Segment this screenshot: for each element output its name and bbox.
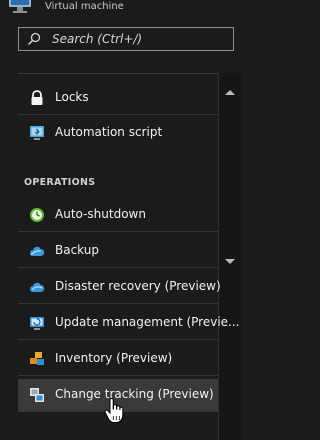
resource-type-label: Virtual machine xyxy=(45,1,124,12)
inventory-icon xyxy=(30,352,44,365)
cloud-backup-icon xyxy=(30,246,45,256)
lock-icon xyxy=(31,90,43,105)
cloud-recovery-icon xyxy=(30,282,45,292)
section-header-operations: OPERATIONS xyxy=(24,177,96,188)
menu-item-label: Disaster recovery (Preview) xyxy=(55,279,221,293)
menu-item-label: Automation script xyxy=(55,125,163,139)
menu-item-label: Backup xyxy=(55,243,99,257)
menu-item-backup[interactable]: Backup xyxy=(18,235,218,268)
menu-item-locks[interactable]: Locks xyxy=(18,82,218,115)
scroll-down-arrow-icon[interactable] xyxy=(224,258,236,266)
menu-item-label: Auto-shutdown xyxy=(55,207,146,221)
menu-item-disaster-recovery[interactable]: Disaster recovery (Preview) xyxy=(18,271,221,304)
menu-item-inventory[interactable]: Inventory (Preview) xyxy=(18,343,218,376)
change-tracking-icon xyxy=(30,388,44,402)
menu-item-update-management[interactable]: Update management (Previe... xyxy=(18,307,240,340)
menu-item-label: Inventory (Preview) xyxy=(55,351,173,365)
update-management-icon xyxy=(30,317,44,330)
menu-item-auto-shutdown[interactable]: Auto-shutdown xyxy=(18,199,218,232)
header: Virtual machine xyxy=(0,0,242,22)
monitor-icon xyxy=(9,0,31,13)
scrollbar[interactable] xyxy=(218,73,242,440)
menu-item-label: Locks xyxy=(55,90,89,104)
hand-cursor-icon xyxy=(104,398,124,423)
divider xyxy=(18,73,218,74)
menu-item-automation-script[interactable]: Automation script xyxy=(18,117,218,150)
script-download-icon xyxy=(30,126,44,140)
scroll-up-arrow-icon[interactable] xyxy=(224,88,236,96)
search-placeholder: Search (Ctrl+/) xyxy=(52,32,143,46)
search-icon xyxy=(27,32,41,46)
menu-item-label: Change tracking (Preview) xyxy=(55,387,214,401)
clock-icon xyxy=(30,208,44,222)
menu-item-label: Update management (Previe... xyxy=(55,315,240,329)
search-input[interactable]: Search (Ctrl+/) xyxy=(18,27,234,51)
